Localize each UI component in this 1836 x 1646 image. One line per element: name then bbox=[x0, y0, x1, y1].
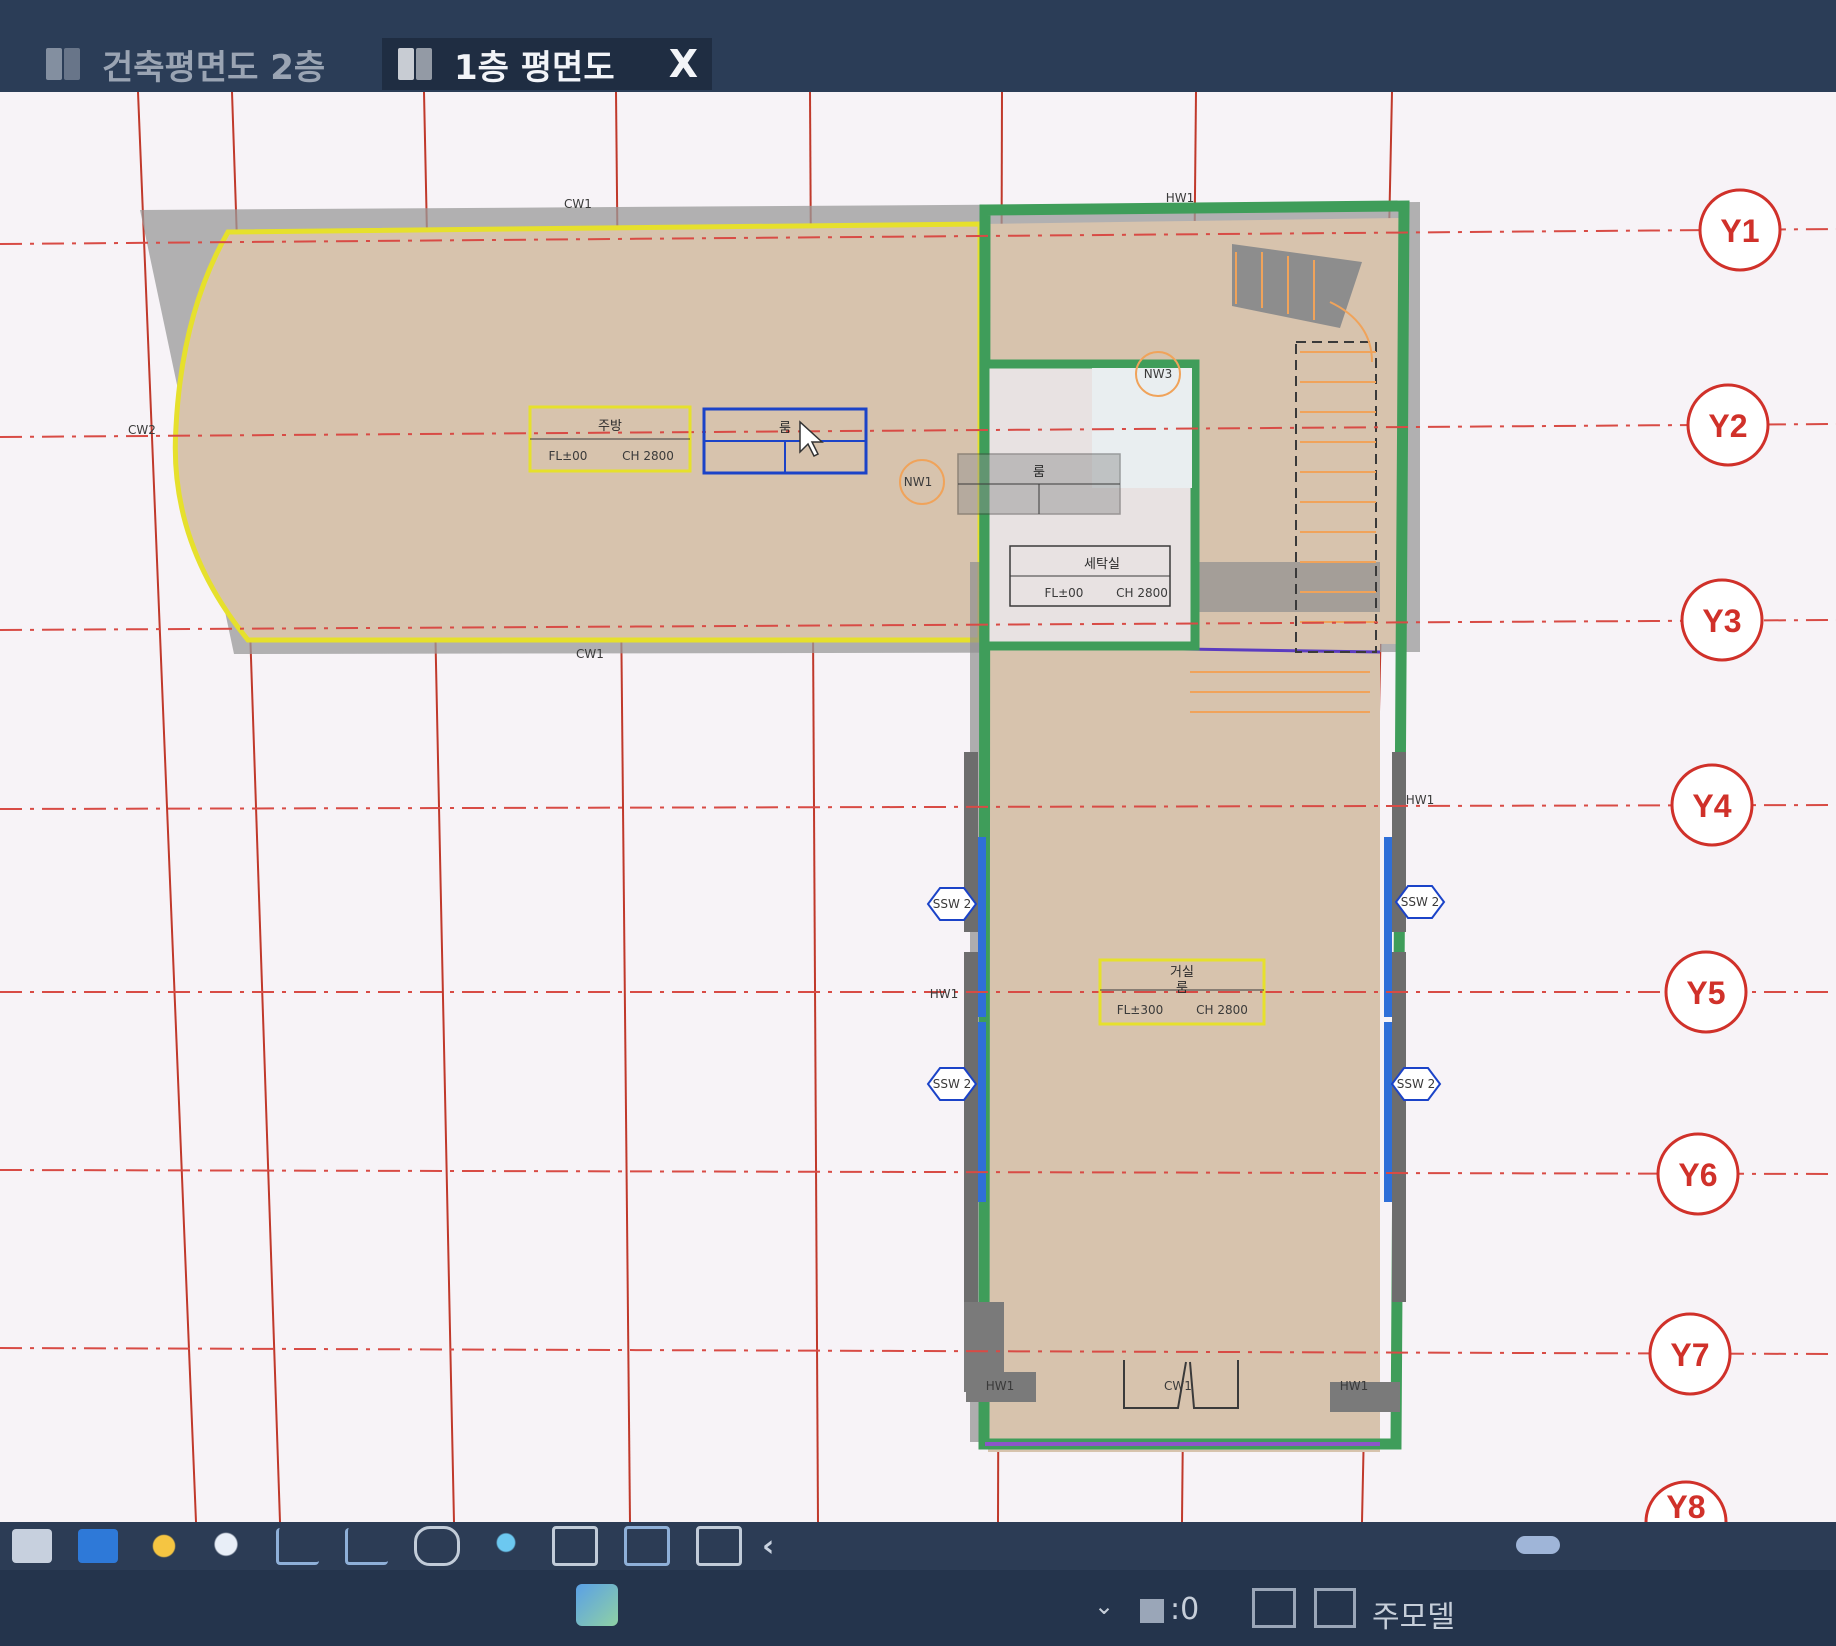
building-footprint bbox=[140, 200, 1420, 1452]
room-name-living: 거실 bbox=[1170, 965, 1194, 980]
tag-door-nw1: NW1 bbox=[904, 475, 932, 489]
tag-window-top2: HW1 bbox=[1166, 191, 1195, 205]
axis-bubble-y1: Y1 bbox=[1698, 188, 1782, 272]
table-icon[interactable] bbox=[1252, 1588, 1296, 1628]
shadow-icon[interactable] bbox=[210, 1529, 250, 1563]
room-name-laundry: 세탁실 bbox=[1084, 557, 1120, 572]
floor-bottom-wing bbox=[988, 612, 1380, 1452]
axis-bubble-y8: Y8 bbox=[1644, 1480, 1728, 1522]
tab-floor-plan-2f[interactable]: 건축평면도 2층 bbox=[30, 38, 360, 90]
status-bar: ⌄ :0 주모델 bbox=[0, 1570, 1836, 1646]
axis-bubble-y6: Y6 bbox=[1656, 1132, 1740, 1216]
room-fl-kitchen: FL±00 bbox=[549, 449, 588, 463]
room-name-room: 룸 bbox=[779, 421, 791, 436]
close-icon[interactable]: X bbox=[669, 42, 698, 86]
hide-icon[interactable] bbox=[552, 1526, 598, 1566]
axis-bubble-y5: Y5 bbox=[1664, 950, 1748, 1034]
room-sub-living: 룸 bbox=[1176, 981, 1188, 996]
scroll-handle[interactable] bbox=[1516, 1536, 1560, 1554]
tag-bottom-left: HW1 bbox=[986, 1379, 1015, 1393]
tab-label: 1층 평면도 bbox=[454, 47, 615, 88]
tag-ssw-left-2: SSW 2 bbox=[933, 1077, 972, 1091]
room-tag-laundry[interactable]: 세탁실 FL±00 CH 2800 bbox=[1009, 545, 1171, 607]
tag-bottom-right: HW1 bbox=[1340, 1379, 1369, 1393]
tab-bar: 건축평면도 2층 1층 평면도 X bbox=[0, 0, 1836, 92]
grid-line-y6 bbox=[0, 1169, 1836, 1175]
tab-floor-plan-1f[interactable]: 1층 평면도 X bbox=[382, 38, 712, 90]
crop-icon[interactable] bbox=[345, 1527, 388, 1565]
cube-icon[interactable] bbox=[78, 1529, 118, 1563]
tag-window-top1: CW1 bbox=[564, 197, 592, 211]
room-ch-kitchen: CH 2800 bbox=[622, 449, 674, 463]
region-icon[interactable] bbox=[696, 1526, 742, 1566]
worksharing-icon[interactable] bbox=[576, 1584, 618, 1626]
glasses-icon[interactable] bbox=[414, 1526, 460, 1566]
room-name-kitchen: 주방 bbox=[598, 419, 622, 434]
tab-label: 건축평면도 2층 bbox=[102, 47, 326, 88]
active-model[interactable]: 주모델 bbox=[1372, 1592, 1455, 1636]
crop-off-icon[interactable] bbox=[276, 1527, 319, 1565]
tag-hw-left: HW1 bbox=[930, 987, 959, 1001]
floor-plan-icon bbox=[44, 44, 84, 84]
axis-bubble-y7: Y7 bbox=[1648, 1312, 1732, 1396]
svg-text:Y1: Y1 bbox=[1720, 213, 1759, 249]
room-name-room-2: 룸 bbox=[1033, 465, 1045, 480]
room-ch-living: CH 2800 bbox=[1196, 1003, 1248, 1017]
sun-icon[interactable] bbox=[144, 1529, 184, 1563]
tag-hw-right: HW1 bbox=[1406, 793, 1435, 807]
svg-text:Y4: Y4 bbox=[1692, 788, 1731, 824]
svg-text:Y2: Y2 bbox=[1708, 408, 1747, 444]
room-fl-laundry: FL±00 bbox=[1045, 586, 1084, 600]
axis-bubble-y2: Y2 bbox=[1686, 383, 1770, 467]
section-icon[interactable] bbox=[624, 1526, 670, 1566]
tag-ssw-left-1: SSW 2 bbox=[933, 897, 972, 911]
filter-icon bbox=[1140, 1598, 1164, 1623]
list-icon[interactable] bbox=[1314, 1588, 1356, 1628]
box-icon[interactable] bbox=[12, 1529, 52, 1563]
drawing-canvas[interactable]: Y1 Y2 Y3 Y4 Y5 Y6 Y7 Y8 주방 FL±00 CH 2800… bbox=[0, 92, 1836, 1522]
view-control-bar: ‹ bbox=[0, 1522, 1836, 1570]
axis-bubble-y4: Y4 bbox=[1670, 763, 1754, 847]
svg-text:Y3: Y3 bbox=[1702, 603, 1741, 639]
room-fl-living: FL±300 bbox=[1117, 1003, 1164, 1017]
tag-bottom-door: CW1 bbox=[1164, 1379, 1192, 1393]
room-ch-laundry: CH 2800 bbox=[1116, 586, 1168, 600]
tag-window-left: CW2 bbox=[128, 423, 156, 437]
grid-line-y4 bbox=[0, 804, 1836, 810]
grid-axis-bubbles: Y1 Y2 Y3 Y4 Y5 Y6 Y7 Y8 bbox=[1644, 188, 1782, 1522]
svg-text:Y5: Y5 bbox=[1686, 975, 1725, 1011]
room-tag-room-2[interactable]: 룸 bbox=[957, 453, 1121, 515]
tag-window-bottom: CW1 bbox=[576, 647, 604, 661]
bulb-icon[interactable] bbox=[486, 1529, 526, 1563]
svg-text:Y7: Y7 bbox=[1670, 1337, 1709, 1373]
tag-ssw-right-1: SSW 2 bbox=[1401, 895, 1440, 909]
chevron-down-icon[interactable]: ⌄ bbox=[1094, 1592, 1114, 1620]
axis-bubble-y3: Y3 bbox=[1680, 578, 1764, 662]
floor-plan-icon bbox=[396, 44, 436, 84]
tag-door-nw3: NW3 bbox=[1144, 367, 1172, 381]
selection-filter[interactable]: :0 bbox=[1140, 1592, 1199, 1627]
chevron-left-icon[interactable]: ‹ bbox=[762, 1529, 774, 1564]
grid-line-y7 bbox=[0, 1347, 1836, 1355]
floor-plan-svg[interactable]: Y1 Y2 Y3 Y4 Y5 Y6 Y7 Y8 주방 FL±00 CH 2800… bbox=[0, 92, 1836, 1522]
svg-text:Y6: Y6 bbox=[1678, 1157, 1717, 1193]
tag-ssw-right-2: SSW 2 bbox=[1397, 1077, 1436, 1091]
svg-text:Y8: Y8 bbox=[1666, 1489, 1705, 1522]
selection-count: :0 bbox=[1170, 1592, 1200, 1627]
